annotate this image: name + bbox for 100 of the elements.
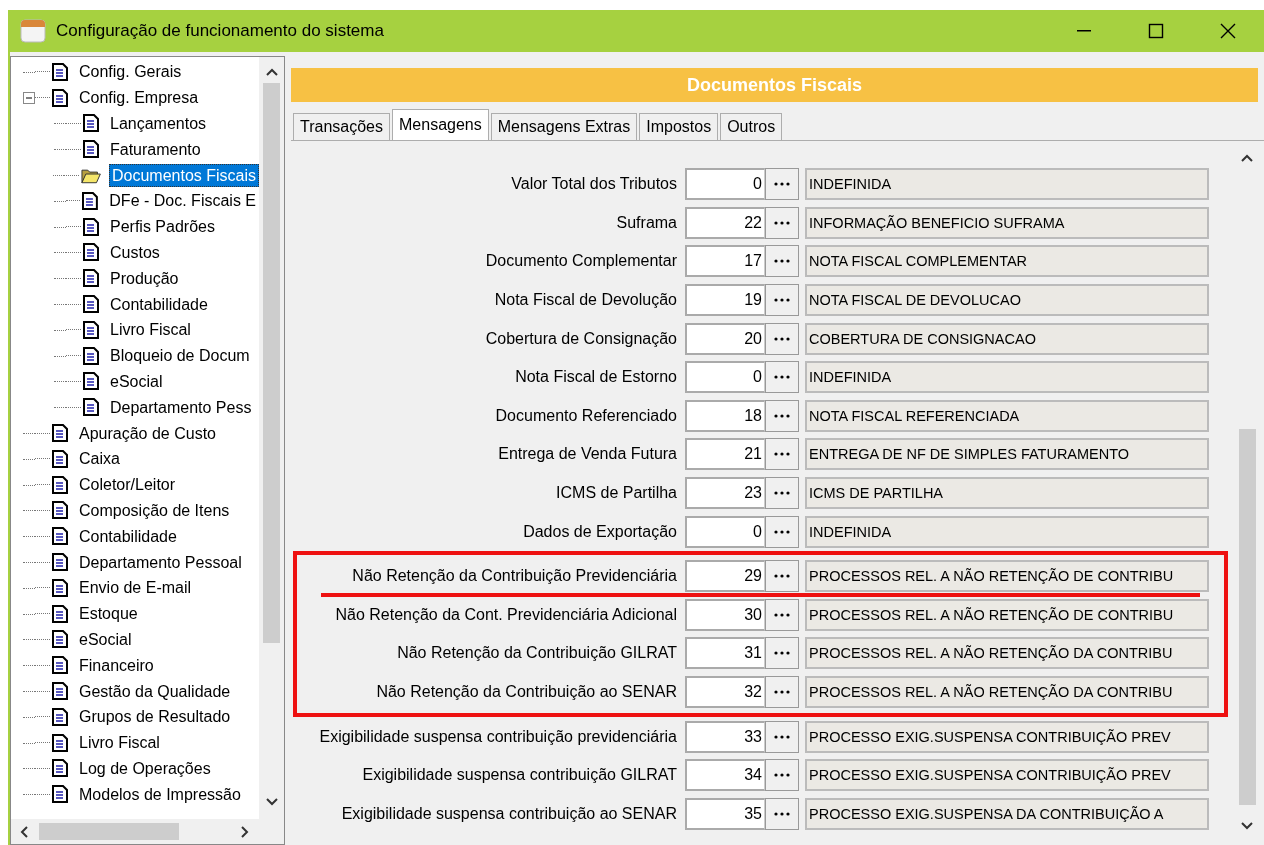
code-field[interactable]: 19	[685, 284, 765, 317]
tree-item[interactable]: eSocial	[107, 369, 166, 393]
field-label: Não Retenção da Contribuição ao SENAR	[375, 682, 678, 702]
scroll-up-icon[interactable]	[1240, 153, 1254, 163]
picker-button[interactable]	[765, 598, 799, 631]
code-field[interactable]: 32	[685, 676, 765, 708]
code-field[interactable]: 0	[685, 361, 765, 394]
tree-item[interactable]: Livro Fiscal	[76, 731, 163, 755]
document-icon	[83, 243, 99, 262]
tree-item[interactable]: Config. Empresa	[76, 86, 202, 110]
tree-item[interactable]: Config. Gerais	[76, 60, 185, 84]
code-field[interactable]: 0	[685, 515, 765, 548]
document-icon	[52, 578, 68, 597]
tree-item[interactable]: Lançamentos	[107, 112, 210, 135]
field-label: Valor Total dos Tributos	[510, 174, 678, 195]
code-field[interactable]: 0	[685, 168, 765, 201]
scroll-down-icon[interactable]	[264, 797, 279, 807]
description-field: PROCESSOS REL. A NÃO RETENÇÃO DE CONTRIBU	[805, 598, 1209, 631]
scroll-up-icon[interactable]	[264, 67, 279, 77]
picker-button[interactable]	[765, 168, 799, 201]
picker-button[interactable]	[765, 676, 799, 708]
tree-item[interactable]: Perfis Padrões	[107, 215, 218, 239]
code-field[interactable]: 23	[685, 477, 765, 510]
picker-button[interactable]	[765, 322, 799, 355]
picker-button[interactable]	[765, 637, 799, 670]
tree-item[interactable]: Modelos de Impressão	[76, 782, 244, 806]
code-field[interactable]: 35	[685, 797, 765, 830]
description-field: PROCESSO EXIG.SUSPENSA DA CONTRIBUIÇÃO A	[805, 797, 1209, 830]
ellipsis-icon	[773, 490, 791, 497]
tree-item[interactable]: Grupos de Resultado	[76, 705, 234, 729]
code-field[interactable]: 21	[685, 438, 765, 471]
document-icon	[83, 372, 99, 391]
tree-item[interactable]: DFe - Doc. Fiscais E	[106, 189, 259, 213]
code-field[interactable]: 20	[685, 322, 765, 355]
tree-item[interactable]: Caixa	[76, 447, 123, 471]
field-label: Exigibilidade suspensa contribuição previdenciária	[318, 726, 678, 747]
scroll-left-icon[interactable]	[19, 824, 29, 839]
code-field[interactable]: 30	[685, 598, 765, 631]
scroll-thumb[interactable]	[1238, 429, 1256, 805]
code-field[interactable]: 22	[685, 206, 765, 239]
field-label: Cobertura de Consignação	[484, 328, 678, 349]
tree-item[interactable]: Coletor/Leitor	[76, 473, 179, 497]
collapse-icon[interactable]	[23, 91, 35, 104]
picker-button[interactable]	[765, 720, 799, 753]
picker-button[interactable]	[765, 284, 799, 317]
description-field: INFORMAÇÃO BENEFICIO SUFRAMA	[805, 206, 1209, 239]
tree-item[interactable]: Livro Fiscal	[107, 318, 194, 342]
tab[interactable]: Mensagens Extras	[490, 113, 638, 140]
horizontal-scrollbar[interactable]	[11, 819, 284, 844]
scroll-thumb[interactable]	[263, 83, 280, 643]
scroll-right-icon[interactable]	[240, 824, 250, 839]
tree-item[interactable]: Estoque	[76, 602, 141, 626]
tree-item[interactable]: Log de Operações	[76, 756, 214, 780]
tree-item[interactable]: Departamento Pessoal	[76, 550, 245, 574]
field-label: Nota Fiscal de Devolução	[493, 290, 678, 311]
tree-item[interactable]: Financeiro	[76, 653, 157, 677]
picker-button[interactable]	[765, 245, 799, 278]
picker-button[interactable]	[765, 759, 799, 792]
tree-item[interactable]: Apuração de Custo	[76, 421, 219, 445]
scrollbar[interactable]	[259, 57, 284, 819]
tree-item[interactable]: Envio de E-mail	[76, 576, 195, 600]
scroll-down-icon[interactable]	[1240, 821, 1254, 831]
picker-button[interactable]	[765, 797, 799, 830]
tab[interactable]: Outros	[720, 113, 783, 140]
code-field[interactable]: 29	[685, 560, 765, 593]
tree-item[interactable]: eSocial	[76, 627, 135, 651]
section-header: Documentos Fiscais	[291, 68, 1258, 102]
picker-button[interactable]	[765, 477, 799, 510]
picker-button[interactable]	[765, 399, 799, 432]
tree-item[interactable]: Custos	[107, 240, 163, 264]
description-field: PROCESSOS REL. A NÃO RETENÇÃO DE CONTRIBU	[805, 560, 1209, 593]
picker-button[interactable]	[765, 206, 799, 239]
tree-item[interactable]: Contabilidade	[107, 292, 211, 316]
description-field: INDEFINIDA	[805, 515, 1209, 548]
tab[interactable]: Transações	[293, 113, 390, 140]
document-icon	[52, 604, 68, 623]
tree-item[interactable]: Contabilidade	[76, 524, 180, 548]
code-field[interactable]: 33	[685, 720, 765, 753]
picker-button[interactable]	[765, 438, 799, 471]
field-label: Exigibilidade suspensa contribuição GILRAT	[361, 765, 678, 786]
tree-item[interactable]: Composição de Itens	[76, 498, 233, 522]
picker-button[interactable]	[765, 515, 799, 548]
tree-item[interactable]: Produção	[107, 266, 182, 290]
document-icon	[52, 449, 68, 468]
tree-item[interactable]: Documentos Fiscais	[108, 163, 259, 187]
code-field[interactable]: 18	[685, 399, 765, 432]
code-field[interactable]: 17	[685, 245, 765, 278]
tab[interactable]: Mensagens	[392, 109, 489, 140]
tree-item[interactable]: Faturamento	[107, 137, 204, 161]
code-field[interactable]: 34	[685, 759, 765, 792]
tree-item[interactable]: Gestão da Qualidade	[76, 679, 234, 703]
scroll-thumb[interactable]	[39, 823, 179, 840]
description-field: INDEFINIDA	[805, 168, 1209, 201]
tree-item[interactable]: Departamento Pess	[107, 395, 255, 419]
code-field[interactable]: 31	[685, 637, 765, 670]
picker-button[interactable]	[765, 361, 799, 394]
tab[interactable]: Impostos	[639, 113, 719, 140]
tree-item[interactable]: Bloqueio de Docum	[107, 344, 253, 368]
picker-button[interactable]	[765, 560, 799, 593]
close-icon	[1220, 23, 1236, 39]
